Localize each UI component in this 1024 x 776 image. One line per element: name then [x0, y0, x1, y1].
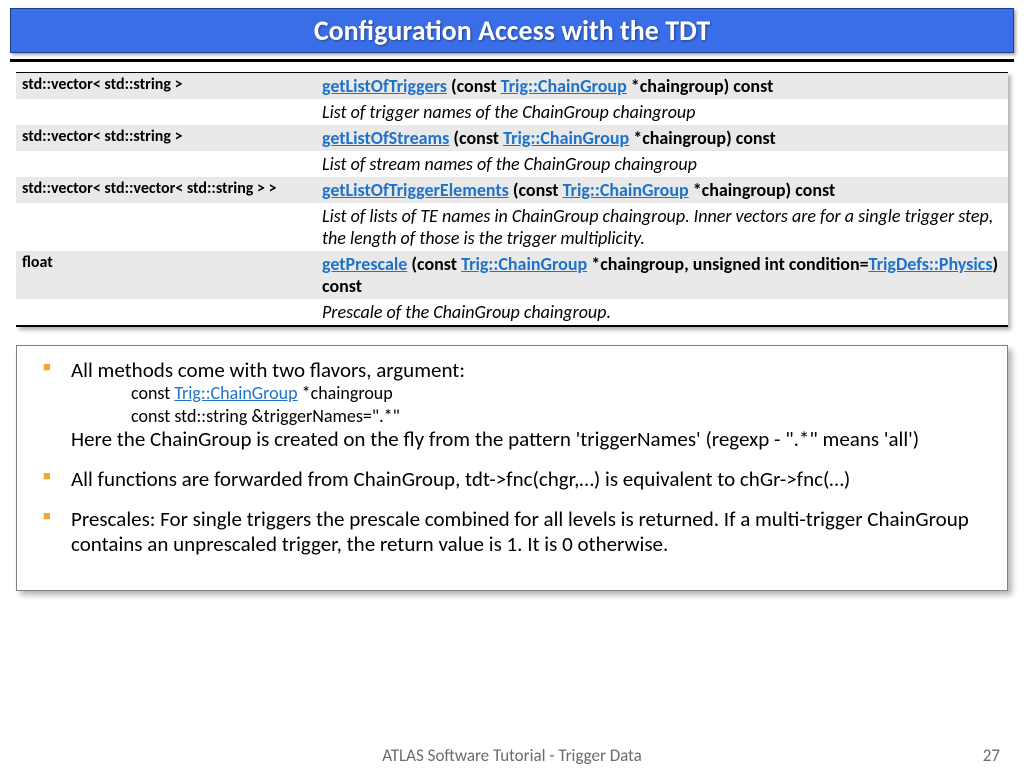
function-link[interactable]: getListOfStreams	[322, 127, 449, 149]
type-link[interactable]: Trig::ChainGroup	[503, 127, 629, 149]
function-link[interactable]: getListOfTriggerElements	[322, 179, 509, 201]
table-row: std::vector< std::string > getListOfTrig…	[16, 73, 1008, 100]
type-link[interactable]: Trig::ChainGroup	[563, 179, 689, 201]
return-type: std::vector< std::vector< std::string > …	[16, 177, 316, 203]
table-row: std::vector< std::string > getListOfStre…	[16, 125, 1008, 151]
type-link[interactable]: TrigDefs::Physics	[869, 253, 993, 275]
bullet-tail: Here the ChainGroup is created on the fl…	[71, 427, 993, 451]
code-line: const std::string &triggerNames=".*"	[131, 405, 993, 428]
code-line: const Trig::ChainGroup *chaingroup	[131, 382, 993, 405]
bullet-text: All methods come with two flavors, argum…	[71, 357, 465, 383]
page-number: 27	[983, 745, 1000, 766]
return-type: float	[16, 251, 316, 299]
signature: getListOfTriggers (const Trig::ChainGrou…	[316, 73, 1008, 100]
list-item: Prescales: For single triggers the presc…	[31, 507, 993, 555]
table-row: List of lists of TE names in ChainGroup …	[16, 203, 1008, 251]
return-type: std::vector< std::string >	[16, 125, 316, 151]
table-row: Prescale of the ChainGroup chaingroup.	[16, 299, 1008, 326]
signature: getListOfTriggerElements (const Trig::Ch…	[316, 177, 1008, 203]
table-row: List of stream names of the ChainGroup c…	[16, 151, 1008, 177]
description: List of stream names of the ChainGroup c…	[316, 151, 1008, 177]
table-row: float getPrescale (const Trig::ChainGrou…	[16, 251, 1008, 299]
return-type: std::vector< std::string >	[16, 73, 316, 100]
list-item: All methods come with two flavors, argum…	[31, 358, 993, 451]
type-link[interactable]: Trig::ChainGroup	[461, 253, 587, 275]
function-link[interactable]: getPrescale	[322, 253, 407, 275]
list-item: All functions are forwarded from ChainGr…	[31, 467, 993, 491]
type-link[interactable]: Trig::ChainGroup	[501, 75, 627, 97]
description: List of trigger names of the ChainGroup …	[316, 99, 1008, 125]
divider	[10, 59, 1014, 62]
table-row: std::vector< std::vector< std::string > …	[16, 177, 1008, 203]
description: Prescale of the ChainGroup chaingroup.	[316, 299, 1008, 326]
description: List of lists of TE names in ChainGroup …	[316, 203, 1008, 251]
table-row: List of trigger names of the ChainGroup …	[16, 99, 1008, 125]
type-link[interactable]: Trig::ChainGroup	[174, 382, 297, 404]
content-box: All methods come with two flavors, argum…	[16, 345, 1008, 591]
api-table: std::vector< std::string > getListOfTrig…	[16, 72, 1008, 327]
footer-text: ATLAS Software Tutorial - Trigger Data	[0, 745, 1024, 766]
slide-title-bar: Configuration Access with the TDT	[10, 8, 1014, 53]
signature: getListOfStreams (const Trig::ChainGroup…	[316, 125, 1008, 151]
function-link[interactable]: getListOfTriggers	[322, 75, 447, 97]
slide-title: Configuration Access with the TDT	[11, 13, 1013, 48]
signature: getPrescale (const Trig::ChainGroup *cha…	[316, 251, 1008, 299]
